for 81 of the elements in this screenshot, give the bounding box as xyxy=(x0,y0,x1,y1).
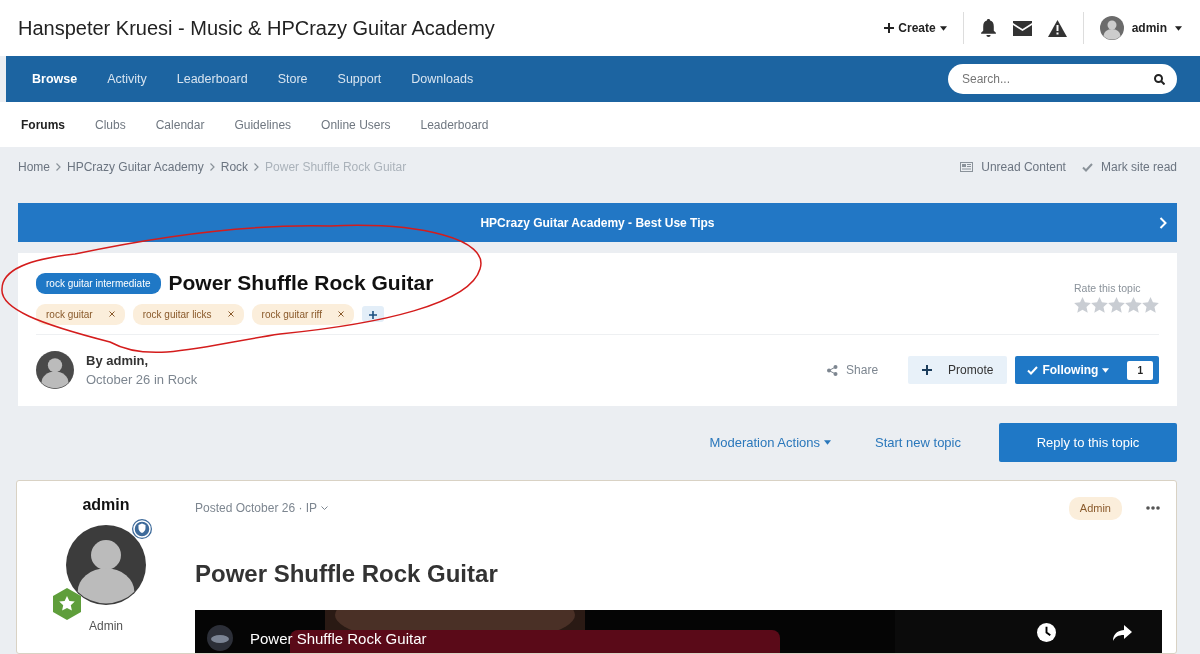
close-icon[interactable] xyxy=(108,311,115,318)
nav-tab[interactable]: Leaderboard xyxy=(161,56,263,102)
author-name[interactable]: By admin, xyxy=(86,350,198,370)
clock-icon[interactable] xyxy=(1037,623,1056,643)
create-button[interactable]: Create xyxy=(884,19,947,37)
topic-title: Power Shuffle Rock Guitar xyxy=(168,270,434,296)
nav-tab[interactable]: Activity xyxy=(92,56,162,102)
avatar-icon xyxy=(36,351,74,389)
plus-icon xyxy=(922,365,933,375)
header-link[interactable]: Unread Content xyxy=(960,158,1066,176)
caret-icon xyxy=(824,440,831,445)
header-link[interactable]: Mark site read xyxy=(1081,158,1177,176)
site-title[interactable]: Hanspeter Kruesi - Music & HPCrazy Guitar Academy xyxy=(18,13,495,43)
share-button[interactable]: Share xyxy=(821,360,885,380)
share-arrow-icon[interactable] xyxy=(1113,625,1132,642)
bell-icon[interactable] xyxy=(979,19,997,37)
caret-icon xyxy=(1175,25,1182,31)
breadcrumb-link[interactable]: Home xyxy=(18,158,50,176)
following-button[interactable]: Following 1 xyxy=(1015,356,1159,384)
nav-tab[interactable]: Store xyxy=(262,56,323,102)
nav-tab[interactable]: Forums xyxy=(6,102,80,147)
star-badge-icon xyxy=(50,587,84,621)
chevron-right-icon xyxy=(1159,216,1167,229)
author-group: Admin xyxy=(89,617,123,635)
moderation-menu[interactable]: Moderation Actions xyxy=(703,431,837,454)
rating-label: Rate this topic xyxy=(1074,281,1141,296)
nav-tab[interactable]: Support xyxy=(322,56,397,102)
search-icon[interactable] xyxy=(1154,74,1165,85)
announcement-banner[interactable]: HPCrazy Guitar Academy - Best Use Tips xyxy=(18,203,1177,242)
chevron-icon xyxy=(56,163,61,171)
nav-tab[interactable]: Online Users xyxy=(306,102,406,147)
close-icon[interactable] xyxy=(227,311,234,318)
post-meta: Posted October 26 · IP xyxy=(195,499,329,518)
caret-icon xyxy=(1102,367,1110,373)
nav-tab[interactable]: Calendar xyxy=(140,102,220,147)
nav-tab[interactable]: Leaderboard xyxy=(405,102,504,147)
ellipsis-icon[interactable] xyxy=(1146,506,1160,511)
chevron-icon xyxy=(254,163,260,171)
star-icon[interactable] xyxy=(1108,296,1125,313)
nav-tab[interactable]: Guidelines xyxy=(219,102,307,147)
chevron-down-icon xyxy=(321,505,329,511)
post-date: October 26 in Rock xyxy=(86,371,198,389)
topic-tag[interactable]: rock guitar xyxy=(36,303,125,325)
breadcrumb-link[interactable]: HPCrazy Guitar Academy xyxy=(67,158,204,176)
video-title[interactable]: Power Shuffle Rock Guitar xyxy=(250,628,427,651)
breadcrumb-link[interactable]: Rock xyxy=(220,158,249,176)
nav-tab[interactable]: Browse xyxy=(17,56,93,102)
start-topic-link[interactable]: Start new topic xyxy=(869,431,967,454)
author-name[interactable]: admin xyxy=(82,493,130,517)
reply-button[interactable]: Reply to this topic xyxy=(999,423,1177,462)
chevron-icon xyxy=(209,163,215,171)
star-icon[interactable] xyxy=(1091,296,1108,313)
topic-tag[interactable]: rock guitar riff xyxy=(251,303,354,325)
warning-icon[interactable] xyxy=(1047,19,1067,37)
topic-tag[interactable]: rock guitar licks xyxy=(132,303,244,325)
caret-icon xyxy=(939,25,947,31)
star-icon[interactable] xyxy=(1125,296,1142,313)
avatar-icon xyxy=(66,525,146,605)
check-icon xyxy=(1081,162,1093,172)
post-heading: Power Shuffle Rock Guitar xyxy=(195,559,499,589)
channel-icon[interactable] xyxy=(207,625,233,652)
promote-button[interactable]: Promote xyxy=(908,356,1008,384)
avatar-icon xyxy=(1099,16,1124,40)
role-badge: Admin xyxy=(1068,497,1122,520)
envelope-icon[interactable] xyxy=(1012,20,1032,36)
nav-tab[interactable]: Clubs xyxy=(80,102,141,147)
star-icon[interactable] xyxy=(1074,296,1091,313)
check-icon xyxy=(1027,365,1039,375)
nav-tab[interactable]: Downloads xyxy=(396,56,489,102)
plus-icon xyxy=(369,310,377,319)
close-icon[interactable] xyxy=(338,311,344,318)
user-menu[interactable]: admin xyxy=(1099,16,1182,40)
search-field[interactable]: Search... xyxy=(948,64,1177,94)
share-icon xyxy=(827,364,839,376)
newspaper-icon xyxy=(960,162,974,172)
follower-count: 1 xyxy=(1127,360,1153,380)
prefix-tag[interactable]: rock guitar intermediate xyxy=(36,272,161,294)
plus-icon xyxy=(884,23,895,33)
add-tag-button[interactable] xyxy=(362,306,384,323)
shield-badge-icon xyxy=(132,519,152,539)
star-icon[interactable] xyxy=(1142,296,1159,313)
